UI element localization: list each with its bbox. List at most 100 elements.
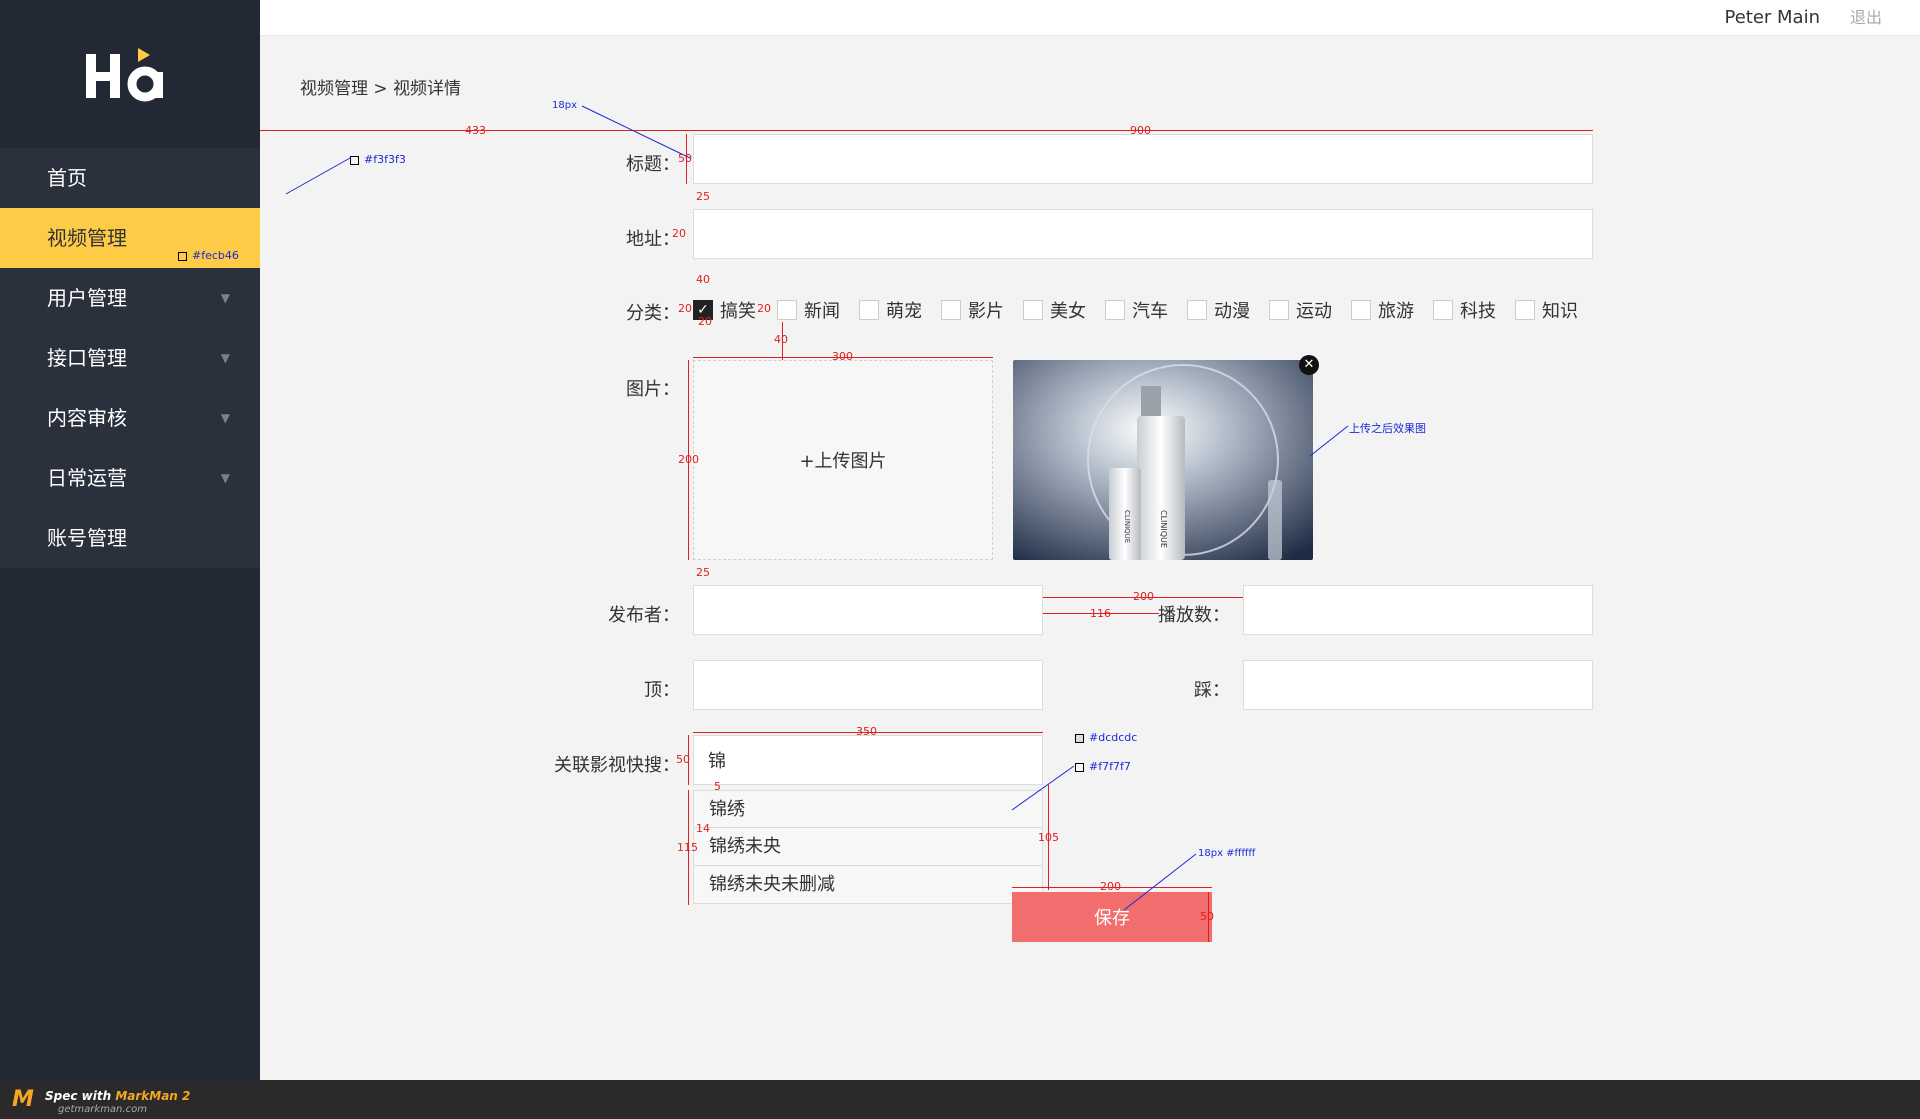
markman-brand[interactable]: M Spec with MarkMan 2 getmarkman.com [12,1085,190,1115]
related-search-label: 关联影视快搜： [554,755,680,776]
sidebar-item-content-review[interactable]: 内容审核 ▼ [0,388,260,448]
suggestion-item[interactable]: 锦绣未央 [693,828,1043,866]
url-label: 地址： [626,229,680,250]
dimension-label: 105 [1038,831,1059,844]
publisher-label: 发布者： [608,605,680,626]
category-checkbox-item[interactable]: 运动 [1269,298,1332,322]
category-label-text: 汽车 [1132,301,1168,322]
checkbox-icon[interactable] [1023,300,1043,320]
dimension-label: 200 [1133,590,1154,603]
down-label: 踩： [1194,680,1230,701]
category-checkbox-item[interactable]: 新闻 [777,298,840,322]
sidebar-item-label: 接口管理 [47,346,127,370]
dimension-label: 20 [757,302,771,315]
chevron-down-icon: ▼ [220,471,230,485]
app-logo[interactable] [0,0,260,148]
publisher-input[interactable] [693,585,1043,635]
url-input[interactable] [693,209,1593,259]
dimension-label: 200 [678,453,699,466]
dimension-label: 900 [1130,124,1151,137]
category-checkbox-item[interactable]: 萌宠 [859,298,922,322]
logout-link[interactable]: 退出 [1850,0,1882,36]
sidebar-item-label: 账号管理 [47,526,127,550]
image-label: 图片： [626,379,680,400]
dimension-label: 433 [465,124,486,137]
category-label-text: 科技 [1460,301,1496,322]
leader-line [1011,765,1075,811]
uploaded-image-preview: CLINIQUE CLINIQUE [1013,360,1313,560]
leader-line [581,105,691,159]
category-checkbox-item[interactable]: 汽车 [1105,298,1168,322]
upload-label: +上传图片 [799,451,887,472]
category-checkbox-item[interactable]: 动漫 [1187,298,1250,322]
svg-text:CLINIQUE: CLINIQUE [1159,510,1168,548]
dimension-label: 20 [672,227,686,240]
checkbox-icon[interactable] [1515,300,1535,320]
breadcrumb-parent[interactable]: 视频管理 [300,79,368,99]
top-bar: Peter Main 退出 [260,0,1920,36]
user-name[interactable]: Peter Main [1724,0,1820,36]
upload-image-button[interactable]: +上传图片 [693,360,993,560]
sidebar-item-account-management[interactable]: 账号管理 [0,508,260,568]
dimension-label: 115 [677,841,698,854]
category-label-text: 美女 [1050,301,1086,322]
sidebar-item-api-management[interactable]: 接口管理 ▼ [0,328,260,388]
category-checkbox-item[interactable]: 美女 [1023,298,1086,322]
close-icon[interactable]: ✕ [1299,355,1319,375]
category-checkbox-item[interactable]: 旅游 [1351,298,1414,322]
breadcrumb-current: 视频详情 [393,79,462,99]
annotation-label: 18px #ffffff [1198,848,1256,859]
category-label-text: 旅游 [1378,301,1414,322]
checkbox-icon[interactable] [1187,300,1207,320]
sidebar-item-user-management[interactable]: 用户管理 ▼ [0,268,260,328]
category-checkbox-item[interactable]: 影片 [941,298,1004,322]
checkbox-icon[interactable] [1269,300,1289,320]
annotation-label: 上传之后效果图 [1349,422,1426,435]
sidebar-item-label: 内容审核 [47,406,127,430]
sidebar-item-daily-operations[interactable]: 日常运营 ▼ [0,448,260,508]
dimension-label: 350 [856,725,877,738]
breadcrumb: 视频管理 > 视频详情 [300,74,461,99]
chevron-down-icon: ▼ [220,351,230,365]
dimension-label: 20 [678,302,692,315]
sidebar-item-label: 用户管理 [47,286,127,310]
suggestion-list: 锦绣 锦绣未央 锦绣未央未删减 [693,790,1043,904]
suggestion-item[interactable]: 锦绣 [693,790,1043,828]
related-search-input[interactable] [693,735,1043,785]
markman-url: getmarkman.com [58,1104,147,1115]
plays-input[interactable] [1243,585,1593,635]
category-checkbox-item[interactable]: 知识 [1515,298,1578,322]
chevron-down-icon: ▼ [220,411,230,425]
checkbox-icon[interactable] [1433,300,1453,320]
chevron-down-icon: ▼ [220,291,230,305]
annotation-label: 18px [552,100,577,111]
category-label: 分类： [626,303,680,324]
leader-line [1309,425,1349,457]
markman-bar: M Spec with MarkMan 2 getmarkman.com [0,1080,1920,1119]
checkbox-icon[interactable] [941,300,961,320]
checkbox-icon[interactable] [859,300,879,320]
svg-text:CLINIQUE: CLINIQUE [1123,510,1131,543]
color-annotation: #f3f3f3 [350,153,406,166]
logo-icon [86,48,163,102]
leader-line [285,157,351,195]
category-label-text: 动漫 [1214,301,1250,322]
sidebar-item-label: 首页 [47,166,87,190]
title-input[interactable] [693,134,1593,184]
dimension-label: 40 [774,333,788,346]
checkbox-icon[interactable] [1105,300,1125,320]
category-label-text: 运动 [1296,301,1332,322]
suggestion-item[interactable]: 锦绣未央未删减 [693,866,1043,904]
sidebar-item-home[interactable]: 首页 [0,148,260,208]
down-input[interactable] [1243,660,1593,710]
checkbox-icon[interactable] [777,300,797,320]
dimension-label: 50 [676,753,690,766]
sidebar-nav: 首页 视频管理 用户管理 ▼ 接口管理 ▼ 内容审核 ▼ 日常运营 ▼ 账号管理 [0,148,260,568]
dimension-label: 200 [1100,880,1121,893]
dimension-label: 20 [698,315,712,328]
checkbox-icon[interactable] [1351,300,1371,320]
color-annotation: #f7f7f7 [1075,760,1131,773]
category-checkbox-item[interactable]: 科技 [1433,298,1496,322]
up-input[interactable] [693,660,1043,710]
category-label-text: 知识 [1542,301,1578,322]
